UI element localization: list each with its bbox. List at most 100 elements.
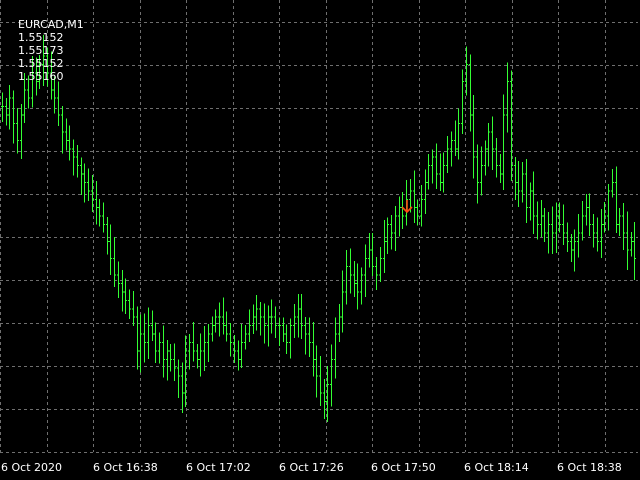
ohlc-bar <box>633 221 636 281</box>
ohlc-bar <box>237 340 240 371</box>
ohlc-bar <box>225 311 228 342</box>
ohlc-bar <box>121 270 124 312</box>
ohlc-bar <box>218 302 221 337</box>
ohlc-bar <box>87 168 90 202</box>
ohlc-bar <box>353 260 356 298</box>
ohlc-bar <box>248 309 251 343</box>
ohlc-bar <box>480 146 483 196</box>
ohlc-bar <box>536 201 539 240</box>
ohlc-bar <box>109 224 112 275</box>
ohlc-bar <box>300 294 303 339</box>
ohlc-bar <box>188 333 191 370</box>
ohlc-bar <box>154 322 157 364</box>
ohlc-bar <box>102 202 105 233</box>
ohlc-bar <box>270 299 273 334</box>
ohlc-bar <box>435 143 438 190</box>
x-tick-label: 6 Oct 17:02 <box>186 461 251 474</box>
ohlc-bar <box>555 202 558 253</box>
symbol-timeframe: EURCAD,M1 <box>18 18 84 31</box>
ohlc-bar <box>360 267 363 305</box>
ohlc-bar <box>1 92 4 122</box>
ohlc-bar <box>16 107 19 154</box>
ohlc-bar <box>229 323 232 357</box>
ohlc-bar <box>274 306 277 338</box>
ohlc-bar <box>420 185 423 227</box>
ohlc-bar <box>166 340 169 381</box>
low-price: 1.55152 <box>18 57 64 70</box>
ohlc-bar <box>20 104 23 159</box>
ohlc-bar <box>203 325 206 371</box>
chart-window[interactable]: 6 Oct 2020 6 Oct 16:38 6 Oct 17:02 6 Oct 17… <box>0 0 640 480</box>
x-tick-label: 6 Oct 16:38 <box>93 461 158 474</box>
grid <box>0 0 638 453</box>
ohlc-bar <box>401 191 404 229</box>
ohlc-bar <box>581 201 584 241</box>
ohlc-bar <box>147 307 150 359</box>
ohlc-bar <box>255 294 258 331</box>
ohlc-bar <box>65 118 68 151</box>
ohlc-bar <box>240 323 243 369</box>
ohlc-bar <box>532 171 535 235</box>
ohlc-bar <box>136 306 139 370</box>
ohlc-bar <box>446 136 449 173</box>
ohlc-bar <box>80 157 83 195</box>
ohlc-bar <box>244 324 247 350</box>
x-tick-label: 6 Oct 18:38 <box>557 461 622 474</box>
ohlc-bar <box>607 184 610 231</box>
ohlc-bar <box>61 105 64 154</box>
ohlc-bar <box>289 318 292 359</box>
ohlc-bar <box>416 199 419 226</box>
x-tick-label: 6 Oct 17:26 <box>279 461 344 474</box>
ohlc-bar <box>95 181 98 225</box>
ohlc-bar <box>293 303 296 339</box>
ohlc-bar <box>117 261 120 298</box>
ohlc-bar <box>427 153 430 190</box>
ohlc-bar <box>315 345 318 398</box>
price-chart[interactable]: 6 Oct 2020 6 Oct 16:38 6 Oct 17:02 6 Oct 17… <box>0 0 640 480</box>
chart-header: EURCAD,M1 1.55152 1.55173 1.55152 1.5516… <box>4 5 89 96</box>
ohlc-bar <box>611 168 614 198</box>
ohlc-bar <box>570 233 573 262</box>
ohlc-bar <box>338 303 341 342</box>
ohlc-bar <box>181 362 184 414</box>
ohlc-bar <box>278 317 281 346</box>
ohlc-bar <box>585 193 588 226</box>
ohlc-bar <box>398 196 401 237</box>
ohlc-bar <box>222 297 225 335</box>
ohlc-bar <box>364 244 367 297</box>
ohlc-bar <box>521 162 524 203</box>
ohlc-bar <box>615 166 618 233</box>
ohlc-bar <box>454 120 457 156</box>
ohlc-bar <box>83 163 86 203</box>
ohlc-bar <box>424 169 427 214</box>
ohlc-bar <box>345 250 348 305</box>
ohlc-bar <box>461 69 464 134</box>
ohlc-bar <box>207 323 210 362</box>
ohlc-bar <box>551 206 554 254</box>
ohlc-bar <box>618 208 621 236</box>
ohlc-bar <box>375 256 378 290</box>
x-tick-label: 6 Oct 17:50 <box>371 461 436 474</box>
ohlc-bar <box>622 202 625 250</box>
ohlc-bar <box>577 213 580 258</box>
open-price: 1.55152 <box>18 31 64 44</box>
x-tick-label: 6 Oct 18:14 <box>464 461 529 474</box>
high-price: 1.55173 <box>18 44 64 57</box>
ohlc-bar <box>162 325 165 378</box>
ohlc-bar <box>106 217 109 255</box>
ohlc-bar <box>368 233 371 268</box>
ohlc-bar <box>390 215 393 250</box>
ohlc-bar <box>151 310 154 342</box>
ohlc-bar <box>439 153 442 191</box>
ohlc-bar <box>196 343 199 369</box>
ohlc-bar <box>282 317 285 342</box>
ohlc-bar <box>312 322 315 377</box>
ohlc-bar <box>394 205 397 251</box>
ohlc-bar <box>177 359 180 398</box>
ohlc-bar <box>211 316 214 342</box>
ohlc-bar <box>383 220 386 273</box>
ohlc-bar <box>472 94 475 179</box>
ohlc-bar <box>450 131 453 167</box>
ohlc-bar <box>285 324 288 354</box>
ohlc-bar <box>334 317 337 379</box>
